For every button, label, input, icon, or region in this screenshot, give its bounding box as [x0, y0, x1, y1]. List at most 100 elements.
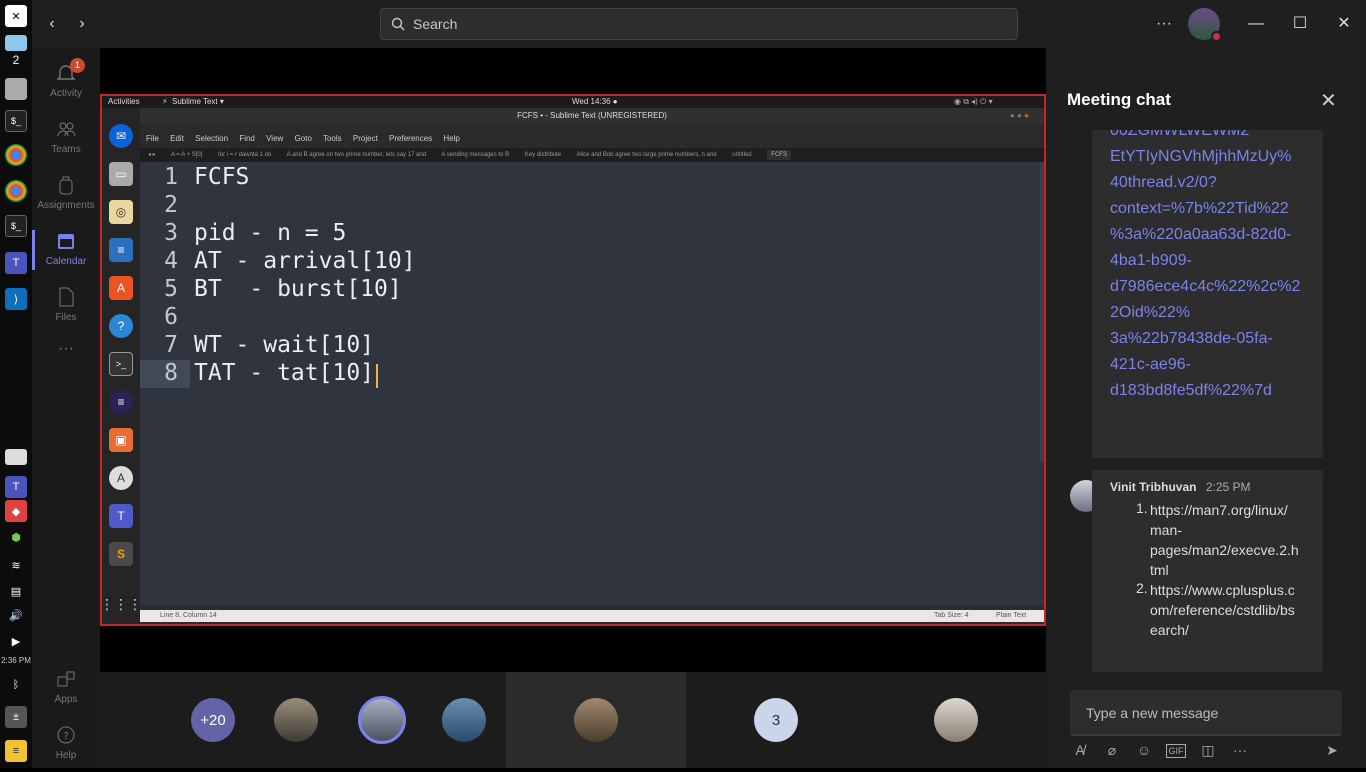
scrollbar[interactable] [1040, 162, 1044, 462]
calculator-icon[interactable]: ± [5, 706, 27, 728]
message-link[interactable]: https://www.cplusplus.c om/reference/cst… [1150, 580, 1305, 640]
rail-assignments[interactable]: Assignments [32, 166, 100, 222]
send-icon[interactable]: ➤ [1322, 742, 1342, 759]
app-menu-label[interactable]: Sublime Text ▾ [172, 96, 224, 108]
software-icon[interactable]: A [109, 276, 133, 300]
close-chat-icon[interactable]: ✕ [1320, 88, 1337, 113]
cube-icon[interactable]: ⬢ [5, 526, 27, 548]
bluetooth-icon[interactable]: ᛒ [5, 674, 27, 696]
rail-help[interactable]: ? Help [32, 716, 100, 772]
profile-avatar[interactable] [1188, 8, 1222, 42]
menu-project[interactable]: Project [353, 134, 378, 143]
rail-more-icon[interactable]: ··· [32, 340, 100, 396]
workspace-number[interactable]: 2 [5, 52, 27, 68]
overflow-participants-button[interactable]: +20 [191, 698, 235, 742]
editor-tab[interactable]: A = A + S[0] [171, 152, 202, 158]
sublime-dock-icon[interactable]: S [109, 542, 133, 566]
editor-tab[interactable]: untitled [732, 152, 751, 158]
rail-calendar[interactable]: Calendar [32, 222, 100, 278]
attach-icon[interactable]: ⌀ [1102, 742, 1122, 759]
x-logo-icon[interactable]: ✕ [5, 5, 27, 27]
status-syntax[interactable]: Plain Text [996, 610, 1026, 622]
format-icon[interactable]: A̸ [1070, 742, 1090, 758]
participant-avatar[interactable] [442, 698, 486, 742]
updater-icon[interactable]: A [109, 466, 133, 490]
emoji-icon[interactable]: ☺ [1134, 742, 1154, 758]
menu-view[interactable]: View [266, 134, 283, 143]
terminal-dock-icon[interactable]: >_ [109, 352, 133, 376]
message-link[interactable]: 00ZGMWLWEWM2 EtYTIyNGVhMjhhMzUy% 40threa… [1110, 130, 1323, 404]
chrome-icon-2[interactable] [5, 180, 27, 202]
chrome-icon[interactable] [5, 144, 27, 166]
rail-teams[interactable]: Teams [32, 110, 100, 166]
menu-file[interactable]: File [146, 134, 159, 143]
editor-area[interactable]: 1 2 3 4 5 6 7 8 FCFS pid - n = 5 AT - ar… [140, 162, 1044, 606]
activities-label[interactable]: Activities [108, 96, 140, 108]
search-input[interactable]: Search [380, 8, 1018, 40]
notes-icon[interactable]: ≡ [5, 740, 27, 762]
editor-tab[interactable]: for i = r dawnta 1 do [218, 152, 271, 158]
files-icon[interactable]: ▭ [109, 162, 133, 186]
participant-tile[interactable]: 3 [686, 672, 866, 768]
clipboard-icon[interactable]: ▤ [5, 580, 27, 602]
status-tab-size[interactable]: Tab Size: 4 [934, 610, 969, 622]
gif-icon[interactable]: GIF [1166, 744, 1186, 758]
back-icon[interactable]: ‹ [40, 12, 64, 36]
help-dock-icon[interactable]: ? [109, 314, 133, 338]
folder-icon[interactable]: ▣ [109, 428, 133, 452]
anydesk-icon[interactable]: ◆ [5, 500, 27, 522]
rhythmbox-icon[interactable]: ◎ [109, 200, 133, 224]
window-controls-icon[interactable]: ● ● ● [1010, 111, 1029, 120]
more-options-icon[interactable]: ··· [1152, 12, 1176, 36]
rail-files[interactable]: Files [32, 278, 100, 334]
menu-preferences[interactable]: Preferences [389, 134, 432, 143]
message-input[interactable]: Type a new message [1070, 690, 1342, 736]
vscode-icon[interactable]: ⟩ [5, 288, 27, 310]
editor-tab[interactable]: A and B agree on two prime number, lets … [287, 152, 426, 158]
rail-apps[interactable]: Apps [32, 660, 100, 716]
app-grid-icon[interactable]: ⋮⋮⋮ [102, 592, 142, 616]
teams-tray-icon[interactable]: T [5, 476, 27, 498]
workspace-1-icon[interactable] [5, 35, 27, 51]
menu-find[interactable]: Find [239, 134, 255, 143]
more-tools-icon[interactable]: ··· [1230, 742, 1250, 758]
terminal-icon-2[interactable]: $_ [5, 215, 27, 237]
terminal-icon[interactable]: $_ [5, 110, 27, 132]
editor-tab[interactable]: Alice and Bob agree two large prime numb… [576, 152, 716, 158]
participant-avatar[interactable] [574, 698, 618, 742]
participant-tile[interactable] [506, 672, 686, 768]
maximize-icon[interactable]: ☐ [1288, 12, 1312, 36]
minimize-icon[interactable]: — [1244, 12, 1268, 36]
message-link[interactable]: https://man7.org/linux/ man- pages/man2/… [1150, 500, 1305, 580]
volume-icon[interactable]: 🔊 [5, 604, 27, 626]
menu-edit[interactable]: Edit [170, 134, 184, 143]
close-window-icon[interactable]: ✕ [1332, 12, 1356, 36]
editor-tab[interactable]: A sending messages to B [441, 152, 509, 158]
calendar-icon [58, 234, 74, 249]
menu-help[interactable]: Help [443, 134, 459, 143]
system-tray-icon[interactable]: ◉ ⧉ ◂) ⏻ ▾ [954, 96, 993, 108]
editor-tab[interactable]: Key distribute [525, 152, 561, 158]
participant-tile[interactable] [866, 672, 1046, 768]
rail-activity[interactable]: 1 Activity [32, 54, 100, 110]
play-icon[interactable]: ▶ [5, 630, 27, 652]
editor-tab-active[interactable]: FCFS [767, 150, 791, 160]
thunderbird-icon[interactable]: ✉ [109, 124, 133, 148]
gnome-clock[interactable]: Wed 14:36 ● [572, 96, 618, 108]
wifi-icon[interactable]: ≋ [5, 554, 27, 576]
participant-avatar-speaking[interactable] [358, 696, 406, 744]
participant-avatar[interactable] [934, 698, 978, 742]
writer-icon[interactable]: ≡ [109, 238, 133, 262]
participant-avatar[interactable] [274, 698, 318, 742]
sticker-icon[interactable]: ◫ [1198, 742, 1218, 759]
tab-scroll-icon[interactable]: ◂ ▸ [148, 152, 156, 158]
window-icon[interactable] [5, 78, 27, 100]
teams-icon[interactable]: T [5, 252, 27, 274]
forward-icon[interactable]: › [70, 12, 94, 36]
menu-selection[interactable]: Selection [195, 134, 228, 143]
teams-dock-icon[interactable]: T [109, 504, 133, 528]
eclipse-icon[interactable]: ≡ [109, 390, 133, 414]
menu-tools[interactable]: Tools [323, 134, 342, 143]
participant-group-count[interactable]: 3 [754, 698, 798, 742]
menu-goto[interactable]: Goto [295, 134, 312, 143]
